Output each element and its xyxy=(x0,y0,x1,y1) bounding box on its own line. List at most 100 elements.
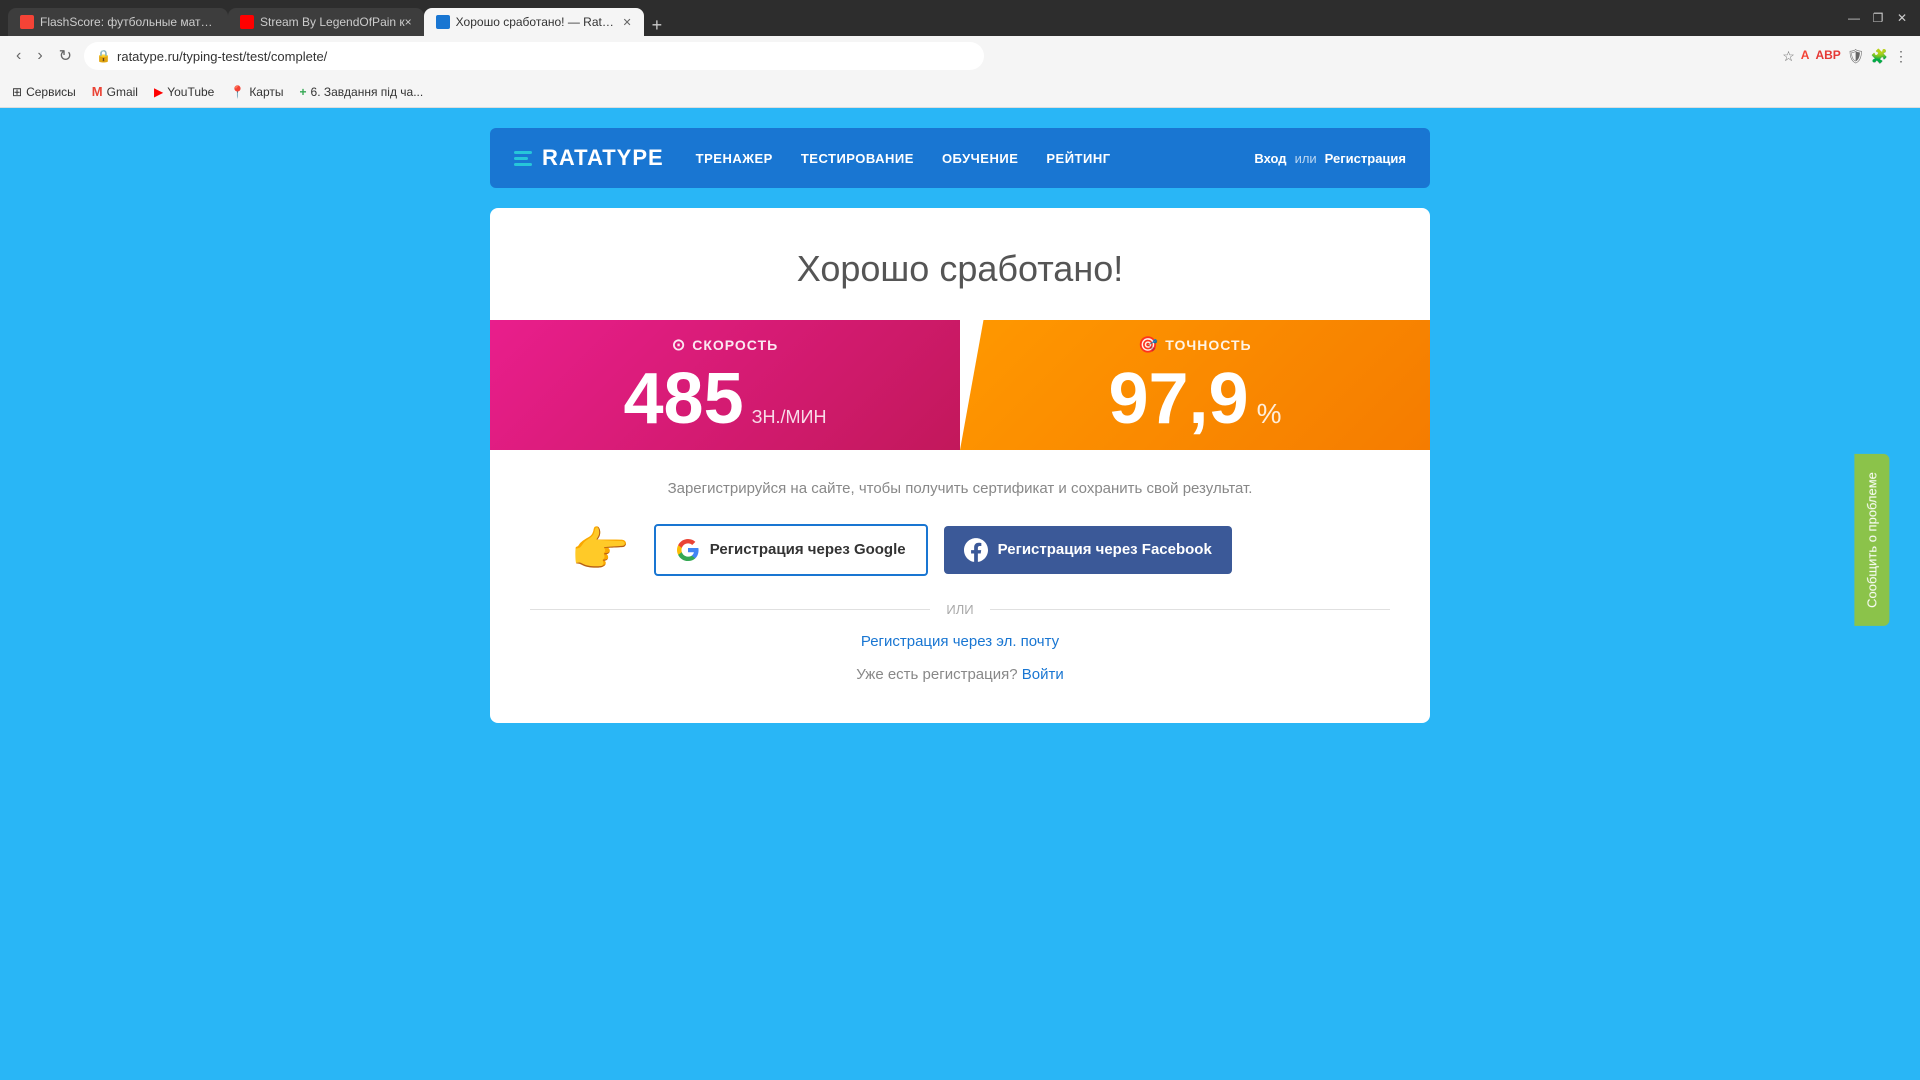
site-logo[interactable]: RATATYPE xyxy=(514,145,664,171)
speed-icon: ⊙ xyxy=(672,335,686,355)
already-registered-text: Уже есть регистрация? xyxy=(856,666,1017,683)
maps-icon: 📍 xyxy=(230,85,245,99)
youtube-icon: ▶ xyxy=(154,85,163,99)
register-link[interactable]: Регистрация xyxy=(1325,151,1406,166)
bookmark-maps[interactable]: 📍 Карты xyxy=(230,85,283,99)
stats-bar: ⊙ СКОРОСТЬ 485 ЗН./МИН 🎯 ТОЧНОСТЬ 97,9 % xyxy=(490,320,1430,450)
divider-row: ИЛИ xyxy=(530,602,1390,617)
accuracy-unit: % xyxy=(1257,400,1282,428)
browser-tab-3[interactable]: Хорошо сработано! — Ratatype ✕ xyxy=(424,8,644,36)
hand-pointer-icon: 👉 xyxy=(570,521,630,578)
address-text: ratatype.ru/typing-test/test/complete/ xyxy=(117,49,972,64)
bookmark-youtube-label: YouTube xyxy=(167,85,214,99)
bookmark-gmail-label: Gmail xyxy=(107,85,138,99)
bookmarks-bar: ⊞ Сервисы M Gmail ▶ YouTube 📍 Карты + 6.… xyxy=(0,76,1920,108)
result-title: Хорошо сработано! xyxy=(530,248,1390,290)
speed-value-row: 485 ЗН./МИН xyxy=(624,363,827,435)
register-google-button[interactable]: Регистрация через Google xyxy=(654,524,928,576)
star-icon[interactable]: ☆ xyxy=(1782,48,1795,65)
speed-stat: ⊙ СКОРОСТЬ 485 ЗН./МИН xyxy=(490,320,960,450)
register-prompt: Зарегистрируйся на сайте, чтобы получить… xyxy=(530,480,1390,497)
divider-line-right xyxy=(990,609,1390,610)
bookmark-services-label: Сервисы xyxy=(26,85,76,99)
accuracy-value: 97,9 xyxy=(1108,363,1248,435)
back-button[interactable]: ‹ xyxy=(12,43,25,69)
browser-titlebar: FlashScore: футбольные матчи × Stream By… xyxy=(0,0,1920,36)
nav-auth: Вход или Регистрация xyxy=(1254,151,1406,166)
reload-button[interactable]: ↻ xyxy=(55,42,76,70)
extensions-icon[interactable]: 🧩 xyxy=(1871,48,1888,65)
browser-tabs: FlashScore: футбольные матчи × Stream By… xyxy=(8,0,1836,36)
tab-label-3: Хорошо сработано! — Ratatype xyxy=(456,15,617,29)
bookmark-services[interactable]: ⊞ Сервисы xyxy=(12,85,76,99)
shield-icon[interactable]: 🛡 xyxy=(1847,48,1865,65)
register-buttons-row: 👉 Регистрация через Google xyxy=(530,521,1390,578)
card-header: Хорошо сработано! xyxy=(490,208,1430,320)
nav-testing[interactable]: ТЕСТИРОВАНИЕ xyxy=(801,151,914,166)
adobe-icon[interactable]: A xyxy=(1801,48,1810,65)
accuracy-stat: 🎯 ТОЧНОСТЬ 97,9 % xyxy=(960,320,1430,450)
tab-label-1: FlashScore: футбольные матчи × xyxy=(40,15,216,29)
accuracy-label: ТОЧНОСТЬ xyxy=(1165,337,1251,353)
auth-separator: или xyxy=(1295,151,1317,166)
tab-favicon-3 xyxy=(436,15,450,29)
gmail-icon: M xyxy=(92,84,103,99)
nav-rating[interactable]: РЕЙТИНГ xyxy=(1046,151,1110,166)
nav-trainer[interactable]: ТРЕНАЖЕР xyxy=(696,151,773,166)
logo-line-3 xyxy=(514,163,532,166)
nav-links: ТРЕНАЖЕР ТЕСТИРОВАНИЕ ОБУЧЕНИЕ РЕЙТИНГ xyxy=(696,151,1223,166)
address-bar-icons: ☆ A ABP 🛡 🧩 ⋮ xyxy=(1782,48,1908,65)
browser-addressbar: ‹ › ↻ 🔒 ratatype.ru/typing-test/test/com… xyxy=(0,36,1920,76)
speed-unit: ЗН./МИН xyxy=(752,408,827,426)
close-button[interactable]: ✕ xyxy=(1892,8,1912,28)
maximize-button[interactable]: ❐ xyxy=(1868,8,1888,28)
browser-tab-1[interactable]: FlashScore: футбольные матчи × xyxy=(8,8,228,36)
card-body: Зарегистрируйся на сайте, чтобы получить… xyxy=(490,450,1430,723)
bookmark-youtube[interactable]: ▶ YouTube xyxy=(154,85,214,99)
tab-favicon-1 xyxy=(20,15,34,29)
tab-close-3[interactable]: ✕ xyxy=(622,16,631,29)
minimize-button[interactable]: — xyxy=(1844,8,1864,28)
google-icon xyxy=(676,538,700,562)
login-link[interactable]: Вход xyxy=(1254,151,1286,166)
register-facebook-button[interactable]: Регистрация через Facebook xyxy=(944,526,1232,574)
feedback-button[interactable]: Сообщить о проблеме xyxy=(1855,454,1890,626)
logo-text: RATATYPE xyxy=(542,145,664,171)
logo-line-2 xyxy=(514,157,528,160)
divider-line-left xyxy=(530,609,930,610)
logo-line-1 xyxy=(514,151,532,154)
page-background: RATATYPE ТРЕНАЖЕР ТЕСТИРОВАНИЕ ОБУЧЕНИЕ … xyxy=(0,108,1920,978)
register-facebook-label: Регистрация через Facebook xyxy=(998,541,1212,558)
bookmark-maps-label: Карты xyxy=(249,85,283,99)
tab-label-2: Stream By LegendOfPain к× xyxy=(260,15,412,29)
menu-icon[interactable]: ⋮ xyxy=(1894,48,1908,65)
bookmark-docs[interactable]: + 6. Завдання під ча... xyxy=(300,85,424,99)
forward-button[interactable]: › xyxy=(33,43,46,69)
register-email-link[interactable]: Регистрация через эл. почту xyxy=(530,633,1390,650)
lock-icon: 🔒 xyxy=(96,49,111,63)
accuracy-value-row: 97,9 % xyxy=(1108,363,1281,435)
bookmark-docs-label: 6. Завдання під ча... xyxy=(311,85,424,99)
accuracy-label-row: 🎯 ТОЧНОСТЬ xyxy=(1138,335,1251,355)
accuracy-icon: 🎯 xyxy=(1138,335,1159,355)
browser-tab-2[interactable]: Stream By LegendOfPain к× xyxy=(228,8,424,36)
logo-lines-icon xyxy=(514,151,532,166)
register-google-label: Регистрация через Google xyxy=(710,541,906,558)
speed-label: СКОРОСТЬ xyxy=(692,337,778,353)
services-icon: ⊞ xyxy=(12,85,22,99)
bookmark-gmail[interactable]: M Gmail xyxy=(92,84,138,99)
docs-icon: + xyxy=(300,85,307,99)
facebook-icon xyxy=(964,538,988,562)
main-card: Хорошо сработано! ⊙ СКОРОСТЬ 485 ЗН./МИН… xyxy=(490,208,1430,723)
new-tab-button[interactable]: + xyxy=(644,15,671,36)
adblock-icon[interactable]: ABP xyxy=(1815,48,1840,65)
site-navigation: RATATYPE ТРЕНАЖЕР ТЕСТИРОВАНИЕ ОБУЧЕНИЕ … xyxy=(490,128,1430,188)
address-bar[interactable]: 🔒 ratatype.ru/typing-test/test/complete/ xyxy=(84,42,984,70)
browser-chrome: FlashScore: футбольные матчи × Stream By… xyxy=(0,0,1920,108)
speed-value: 485 xyxy=(624,363,744,435)
nav-learning[interactable]: ОБУЧЕНИЕ xyxy=(942,151,1018,166)
login-row: Уже есть регистрация? Войти xyxy=(530,666,1390,683)
login-action-link[interactable]: Войти xyxy=(1022,666,1064,683)
tab-favicon-2 xyxy=(240,15,254,29)
window-controls: — ❐ ✕ xyxy=(1844,8,1912,28)
